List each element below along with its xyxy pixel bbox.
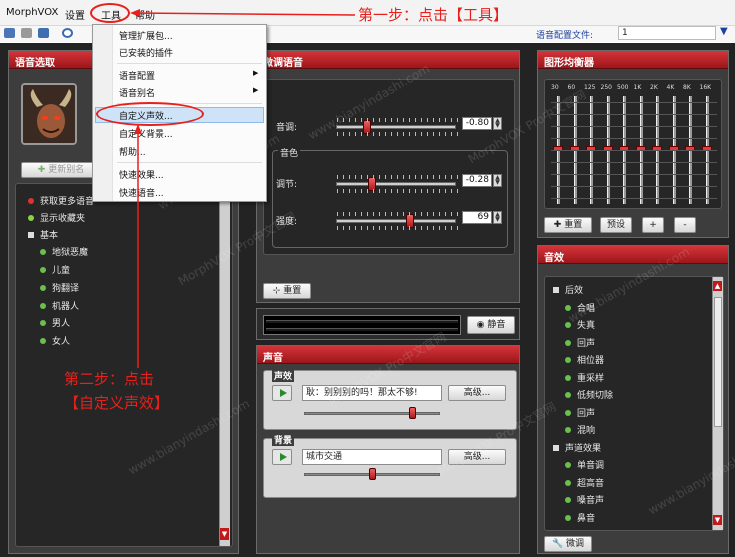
annotation-step1: 第一步：点击【工具】 [358,6,509,24]
annotation-arrows [130,9,356,368]
annotation-step2-line2: 【自定义声效】 [64,394,170,412]
annotation-step2-line1: 第二步：点击 [64,370,155,388]
